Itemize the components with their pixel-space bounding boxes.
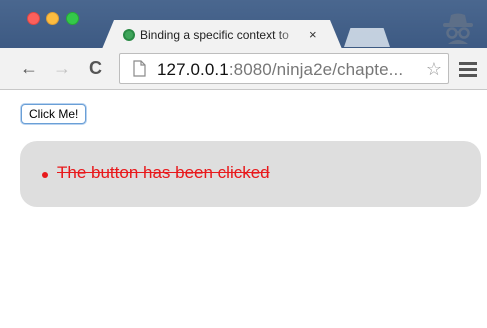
click-me-button[interactable]: Click Me! bbox=[21, 104, 87, 124]
page-icon bbox=[133, 60, 146, 77]
url-host: 127.0.0.1 bbox=[157, 60, 229, 79]
tab-close-icon[interactable]: × bbox=[309, 27, 317, 42]
result-text: The button has been clicked bbox=[57, 163, 270, 182]
window-maximize-button[interactable] bbox=[66, 12, 79, 25]
url-path: :8080/ninja2e/chapte... bbox=[228, 60, 404, 79]
bookmark-star-icon[interactable]: ☆ bbox=[426, 59, 442, 80]
forward-arrow-icon[interactable]: → bbox=[53, 59, 71, 77]
new-tab-button[interactable] bbox=[344, 28, 390, 47]
results-panel: The button has been clicked bbox=[20, 141, 481, 207]
menu-icon[interactable] bbox=[459, 62, 477, 80]
incognito-icon bbox=[443, 13, 473, 44]
page-content: Click Me! The button has been clicked bbox=[0, 91, 487, 328]
address-bar[interactable]: 127.0.0.1:8080/ninja2e/chapte... ☆ bbox=[119, 53, 449, 84]
browser-tab-active[interactable]: Binding a specific context to × bbox=[102, 20, 342, 49]
favicon-icon bbox=[123, 28, 135, 41]
browser-toolbar: ← → C 127.0.0.1:8080/ninja2e/chapte... ☆ bbox=[0, 48, 487, 90]
window-close-button[interactable] bbox=[27, 12, 40, 25]
bullet-icon bbox=[42, 172, 48, 178]
reload-icon[interactable]: C bbox=[89, 59, 102, 77]
url-text: 127.0.0.1:8080/ninja2e/chapte... bbox=[157, 60, 403, 80]
tab-title: Binding a specific context to bbox=[140, 27, 289, 42]
window-titlebar: Binding a specific context to × bbox=[0, 0, 487, 49]
window-minimize-button[interactable] bbox=[46, 12, 59, 25]
back-arrow-icon[interactable]: ← bbox=[20, 59, 38, 77]
